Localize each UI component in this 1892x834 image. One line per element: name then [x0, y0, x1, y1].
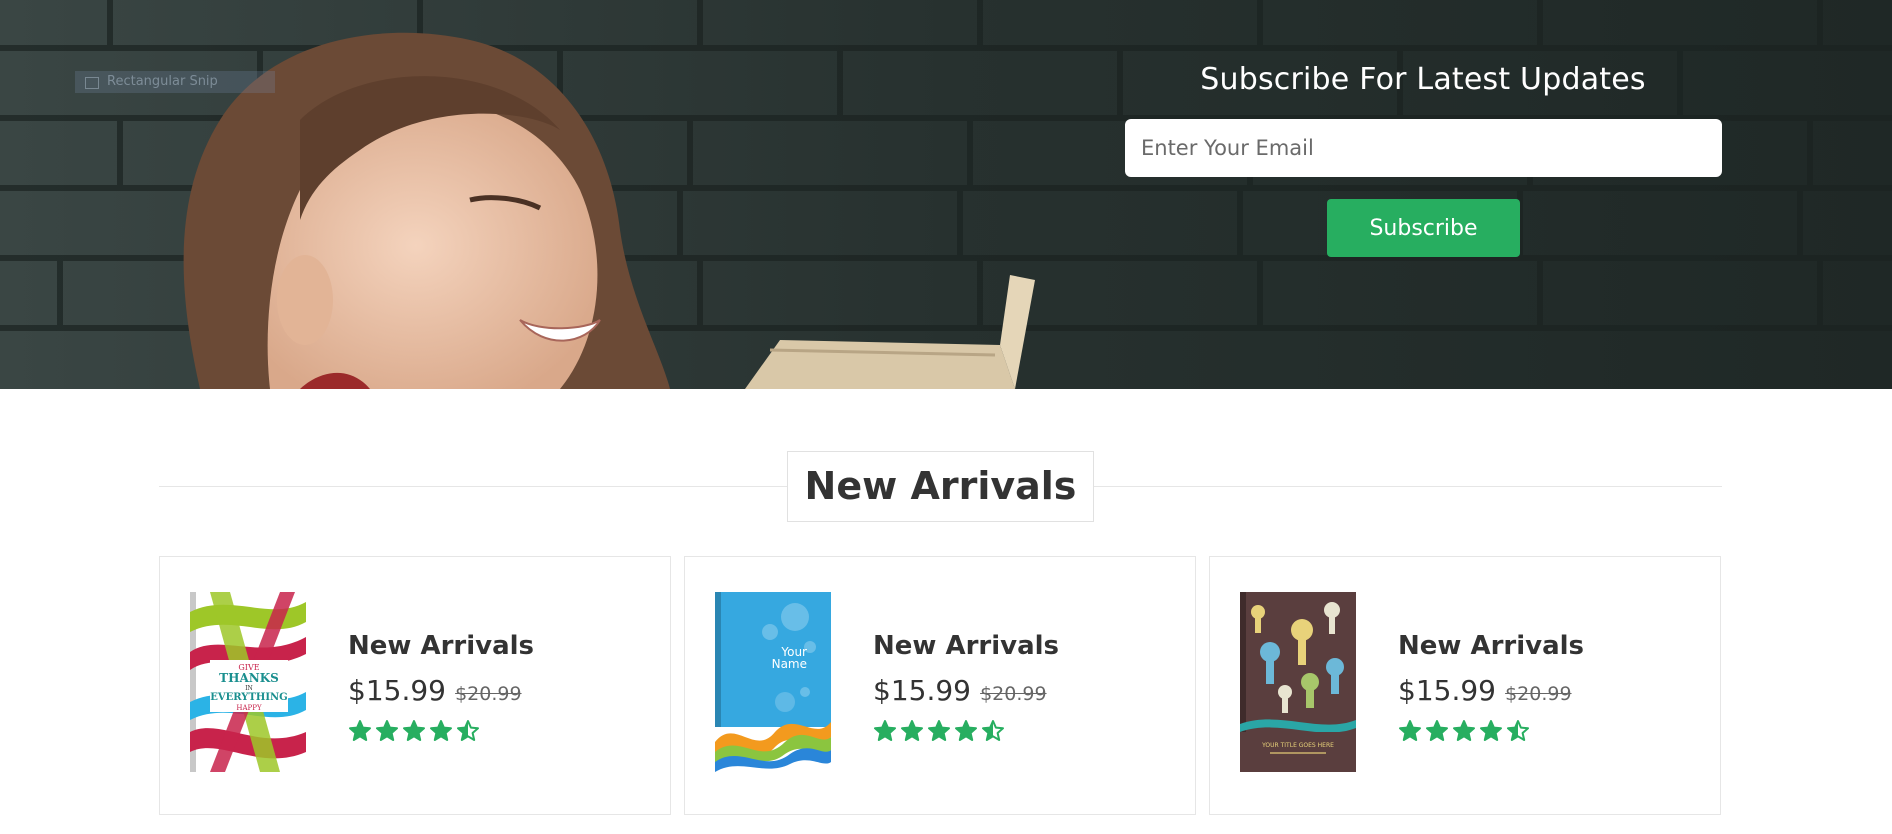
- star-full-icon: [429, 719, 455, 743]
- star-full-icon: [873, 719, 899, 743]
- book-cover-image[interactable]: Your Name: [715, 592, 831, 772]
- star-half-icon: [981, 719, 1007, 743]
- cover-text: HAPPY: [236, 704, 262, 712]
- product-price: $15.99: [873, 674, 971, 707]
- subscribe-heading: Subscribe For Latest Updates: [1200, 62, 1646, 97]
- product-name[interactable]: New Arrivals: [348, 631, 534, 661]
- hero-background-photo: [0, 0, 1892, 389]
- star-full-icon: [1398, 719, 1424, 743]
- email-input[interactable]: [1125, 119, 1722, 177]
- rating-stars: [1398, 719, 1533, 743]
- cover-text: IN: [245, 685, 253, 692]
- product-card[interactable]: Your Name New Arrivals $15.99 $20.99: [684, 556, 1196, 815]
- star-full-icon: [900, 719, 926, 743]
- star-full-icon: [402, 719, 428, 743]
- section-title: New Arrivals: [787, 451, 1094, 522]
- product-card[interactable]: GIVE THANKS IN EVERYTHING HAPPY New Arri…: [159, 556, 671, 815]
- book-cover-image[interactable]: YOUR TITLE GOES HERE: [1240, 592, 1356, 772]
- star-full-icon: [375, 719, 401, 743]
- price-row: $15.99 $20.99: [1398, 674, 1572, 707]
- product-name[interactable]: New Arrivals: [873, 631, 1059, 661]
- star-full-icon: [348, 719, 374, 743]
- star-full-icon: [1425, 719, 1451, 743]
- cover-text: YOUR TITLE GOES HERE: [1261, 742, 1334, 749]
- product-price: $15.99: [1398, 674, 1496, 707]
- product-card[interactable]: YOUR TITLE GOES HERE New Arrivals $15.99…: [1209, 556, 1721, 815]
- cover-text: Name: [772, 657, 807, 671]
- price-row: $15.99 $20.99: [873, 674, 1047, 707]
- price-row: $15.99 $20.99: [348, 674, 522, 707]
- product-name[interactable]: New Arrivals: [1398, 631, 1584, 661]
- star-full-icon: [927, 719, 953, 743]
- cover-text: THANKS: [219, 671, 279, 685]
- book-cover-image[interactable]: GIVE THANKS IN EVERYTHING HAPPY: [190, 592, 306, 772]
- rectangular-snip-label: Rectangular Snip: [75, 71, 275, 93]
- product-old-price: $20.99: [1505, 683, 1572, 705]
- star-full-icon: [1479, 719, 1505, 743]
- star-half-icon: [456, 719, 482, 743]
- product-price: $15.99: [348, 674, 446, 707]
- star-full-icon: [1452, 719, 1478, 743]
- cover-text: EVERYTHING: [210, 692, 287, 703]
- product-old-price: $20.99: [455, 683, 522, 705]
- product-old-price: $20.99: [980, 683, 1047, 705]
- star-half-icon: [1506, 719, 1532, 743]
- star-full-icon: [954, 719, 980, 743]
- subscribe-banner: Rectangular Snip Subscribe For Latest Up…: [0, 0, 1892, 389]
- subscribe-button[interactable]: Subscribe: [1327, 199, 1520, 257]
- rating-stars: [873, 719, 1008, 743]
- rating-stars: [348, 719, 483, 743]
